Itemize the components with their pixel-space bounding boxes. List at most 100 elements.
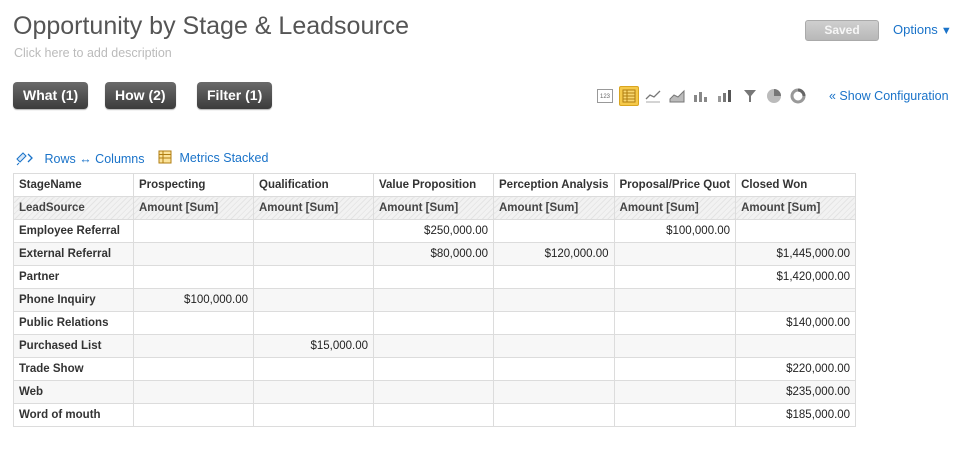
table-cell xyxy=(613,380,737,404)
metric-header[interactable]: Amount [Sum] xyxy=(613,196,737,220)
table-cell: $80,000.00 xyxy=(373,242,494,266)
table-cell xyxy=(133,311,254,335)
row-label: Public Relations xyxy=(13,311,134,335)
table-cell xyxy=(613,311,737,335)
table-cell: $15,000.00 xyxy=(253,334,374,358)
column-header[interactable]: Closed Won xyxy=(735,173,857,197)
row-label: Purchased List xyxy=(13,334,134,358)
table-row: Word of mouth $185,000.00 xyxy=(13,403,857,427)
table-cell xyxy=(253,288,374,312)
leadsource-header[interactable]: LeadSource xyxy=(13,196,134,220)
table-cell: $120,000.00 xyxy=(493,242,615,266)
metric-header-row: LeadSource Amount [Sum] Amount [Sum] Amount… xyxy=(13,196,857,220)
chevron-down-icon: ▼ xyxy=(940,25,952,37)
table-cell xyxy=(373,403,494,427)
area-chart-icon[interactable] xyxy=(668,87,686,105)
column-header[interactable]: Qualification xyxy=(253,173,374,197)
table-cell xyxy=(373,311,494,335)
filter-button[interactable]: Filter (1) xyxy=(197,82,273,109)
table-cell xyxy=(133,403,254,427)
table-row: Phone Inquiry $100,000.00 xyxy=(13,288,857,312)
rows-columns-label: Rows ↔ Columns xyxy=(44,152,145,166)
svg-text:123: 123 xyxy=(600,94,611,100)
row-label: Trade Show xyxy=(13,357,134,381)
metric-header[interactable]: Amount [Sum] xyxy=(253,196,374,220)
table-row: Partner $1,420,000.00 xyxy=(13,265,857,289)
table-cell xyxy=(373,357,494,381)
funnel-icon[interactable] xyxy=(741,87,759,105)
table-row: External Referral $80,000.00 $120,000.00 $1… xyxy=(13,242,857,266)
table-cell xyxy=(253,265,374,289)
table-cell: $250,000.00 xyxy=(373,219,494,243)
table-cell xyxy=(133,357,254,381)
description-placeholder[interactable]: Click here to add description xyxy=(14,46,172,60)
table-cell xyxy=(613,403,737,427)
table-cell: $100,000.00 xyxy=(133,288,254,312)
stacked-bar-icon[interactable] xyxy=(716,87,734,105)
bar-chart-icon[interactable] xyxy=(692,87,710,105)
metric-header[interactable]: Amount [Sum] xyxy=(735,196,857,220)
swap-icon xyxy=(16,152,33,166)
table-cell xyxy=(493,311,615,335)
rows-columns-toggle[interactable]: Rows ↔ Columns xyxy=(15,150,145,166)
table-cell xyxy=(613,242,737,266)
column-header[interactable]: Perception Analysis xyxy=(493,173,615,197)
table-cell: $1,420,000.00 xyxy=(735,265,857,289)
table-cell xyxy=(133,219,254,243)
number-icon[interactable]: 123 xyxy=(596,87,614,105)
table-cell xyxy=(493,380,615,404)
table-cell xyxy=(493,357,615,381)
table-cell xyxy=(253,357,374,381)
options-label: Options xyxy=(893,22,938,37)
what-button[interactable]: What (1) xyxy=(13,82,89,109)
how-button[interactable]: How (2) xyxy=(105,82,176,109)
metric-header[interactable]: Amount [Sum] xyxy=(133,196,254,220)
table-cell: $100,000.00 xyxy=(613,219,737,243)
column-header[interactable]: Value Proposition xyxy=(373,173,494,197)
table-cell xyxy=(253,219,374,243)
table-row: Trade Show $220,000.00 xyxy=(13,357,857,381)
pie-chart-icon[interactable] xyxy=(765,87,783,105)
column-header[interactable]: Prospecting xyxy=(133,173,254,197)
row-label: Phone Inquiry xyxy=(13,288,134,312)
table-icon[interactable] xyxy=(619,86,639,106)
page-title[interactable]: Opportunity by Stage & Leadsource xyxy=(13,12,409,41)
metric-header[interactable]: Amount [Sum] xyxy=(373,196,494,220)
metrics-stacked-toggle[interactable]: Metrics Stacked xyxy=(158,150,268,165)
row-label: Word of mouth xyxy=(13,403,134,427)
table-cell xyxy=(133,380,254,404)
table-cell xyxy=(613,288,737,312)
table-cell xyxy=(493,288,615,312)
row-dimension-header[interactable]: StageName xyxy=(13,173,134,197)
show-configuration-link[interactable]: « Show Configuration xyxy=(829,89,949,103)
table-cell: $220,000.00 xyxy=(735,357,857,381)
saved-button[interactable]: Saved xyxy=(805,20,879,41)
column-header[interactable]: Proposal/Price Quot xyxy=(613,173,737,197)
table-cell: $185,000.00 xyxy=(735,403,857,427)
table-cell xyxy=(735,219,857,243)
line-chart-icon[interactable] xyxy=(644,87,662,105)
table-cell: $1,445,000.00 xyxy=(735,242,857,266)
table-cell xyxy=(613,357,737,381)
table-cell xyxy=(133,242,254,266)
options-menu[interactable]: Options ▼ xyxy=(893,22,952,37)
row-label: External Referral xyxy=(13,242,134,266)
table-cell xyxy=(253,242,374,266)
column-header-row: StageName Prospecting Qualification Value P… xyxy=(13,173,857,197)
table-cell xyxy=(493,219,615,243)
row-label: Web xyxy=(13,380,134,404)
table-cell xyxy=(133,334,254,358)
table-cell xyxy=(493,265,615,289)
table-cell xyxy=(373,288,494,312)
table-cell xyxy=(735,334,857,358)
table-cell xyxy=(493,403,615,427)
donut-chart-icon[interactable] xyxy=(789,87,807,105)
row-label: Partner xyxy=(13,265,134,289)
table-cell xyxy=(373,334,494,358)
table-cell xyxy=(373,380,494,404)
table-small-icon xyxy=(158,150,172,164)
table-cell xyxy=(613,334,737,358)
table-cell xyxy=(133,265,254,289)
metric-header[interactable]: Amount [Sum] xyxy=(493,196,615,220)
table-cell xyxy=(493,334,615,358)
